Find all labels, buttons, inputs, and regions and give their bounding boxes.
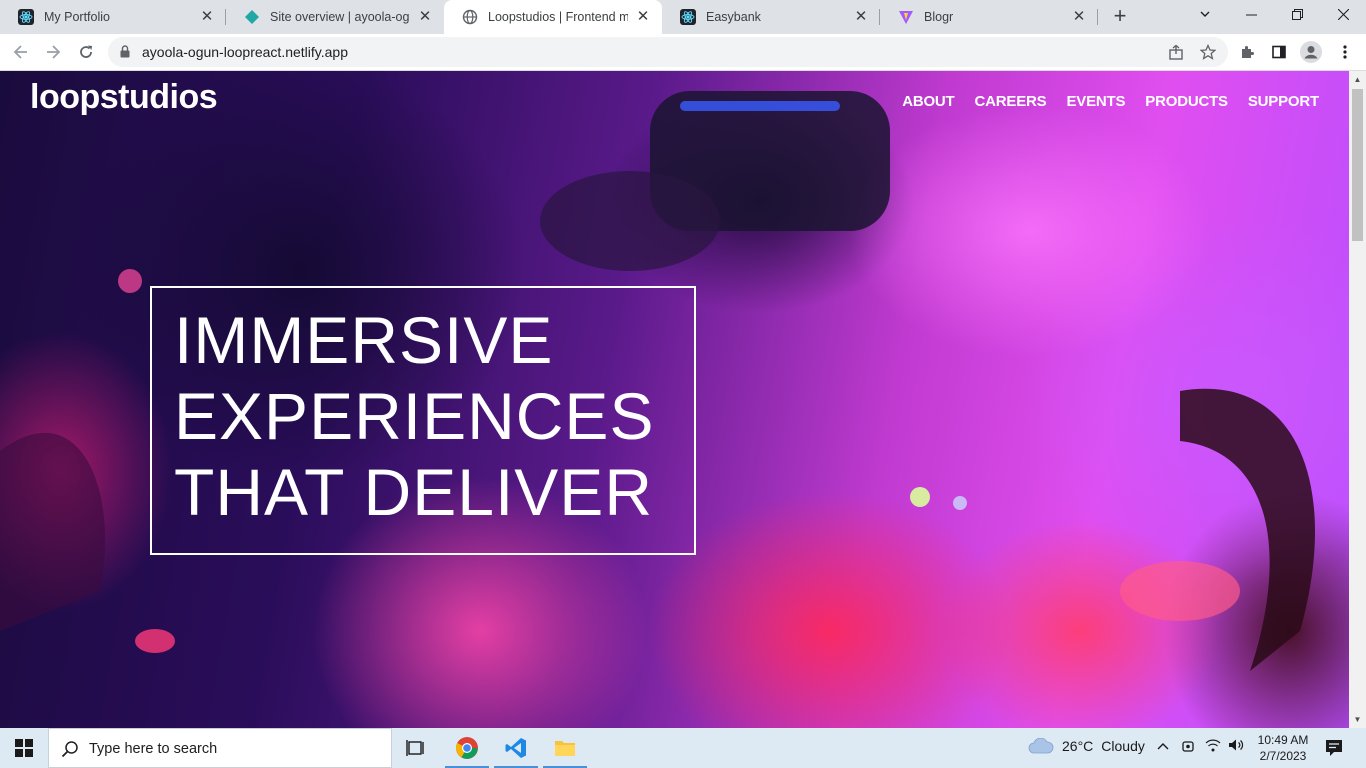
notifications-icon[interactable]: [1325, 739, 1343, 760]
bookmark-star-icon[interactable]: [1196, 40, 1220, 64]
tab-my-portfolio[interactable]: My Portfolio ✕: [0, 0, 226, 34]
page-scrollbar[interactable]: ▲ ▼: [1349, 71, 1366, 728]
hero-headline-line: THAT DELIVER: [174, 455, 653, 529]
browser-toolbar: ayoola-ogun-loopreact.netlify.app: [0, 34, 1366, 71]
folder-icon: [555, 741, 575, 756]
windows-taskbar: Type here to search 26°C Cloudy 10:49 AM…: [0, 728, 1366, 768]
react-icon: [680, 9, 696, 25]
nav-link-support[interactable]: SUPPORT: [1248, 93, 1319, 110]
tab-loopstudios[interactable]: Loopstudios | Frontend ment ✕: [444, 0, 662, 34]
tab-site-overview[interactable]: Site overview | ayoola-ogun-l ✕: [226, 0, 444, 34]
scrollbar-thumb[interactable]: [1352, 89, 1363, 241]
more-menu-icon[interactable]: [1333, 40, 1357, 64]
scroll-down-arrow-icon[interactable]: ▼: [1349, 711, 1366, 728]
search-placeholder: Type here to search: [89, 741, 218, 757]
address-bar[interactable]: ayoola-ogun-loopreact.netlify.app: [108, 37, 1228, 67]
reload-button[interactable]: [74, 40, 98, 64]
cloud-icon: [1028, 738, 1054, 754]
hero-headline-box: IMMERSIVE EXPERIENCES THAT DELIVER: [150, 286, 696, 555]
tab-title: Site overview | ayoola-ogun-l: [270, 10, 410, 24]
taskbar-app-chrome[interactable]: [443, 728, 491, 768]
share-icon[interactable]: [1164, 40, 1188, 64]
weather-temp: 26°C: [1062, 738, 1094, 754]
wifi-icon[interactable]: [1205, 738, 1221, 755]
volume-icon[interactable]: [1228, 738, 1246, 755]
close-window-button[interactable]: [1320, 0, 1366, 30]
start-button[interactable]: [0, 728, 48, 768]
hero-section: loopstudios ABOUT CAREERS EVENTS PRODUCT…: [0, 71, 1349, 728]
tab-close-icon[interactable]: ✕: [1070, 8, 1088, 26]
tab-close-icon[interactable]: ✕: [634, 8, 652, 26]
main-nav: ABOUT CAREERS EVENTS PRODUCTS SUPPORT: [902, 93, 1319, 110]
taskbar-search-box[interactable]: Type here to search: [48, 728, 392, 768]
clock-date: 2/7/2023: [1259, 749, 1307, 763]
nav-link-careers[interactable]: CAREERS: [975, 93, 1047, 110]
url-text[interactable]: ayoola-ogun-loopreact.netlify.app: [142, 44, 348, 60]
hero-headline-line: IMMERSIVE: [174, 303, 554, 377]
task-view-button[interactable]: [392, 728, 440, 768]
tab-title: Easybank: [706, 10, 761, 24]
vite-icon: [898, 9, 914, 25]
tab-close-icon[interactable]: ✕: [852, 8, 870, 26]
vscode-icon: [505, 738, 526, 758]
search-icon: [61, 740, 79, 763]
taskbar-app-vscode[interactable]: [492, 728, 540, 768]
nav-link-about[interactable]: ABOUT: [902, 93, 955, 110]
tray-overflow-chevron-icon[interactable]: [1157, 739, 1169, 754]
meet-now-icon[interactable]: [1181, 738, 1195, 757]
tab-easybank[interactable]: Easybank ✕: [662, 0, 880, 34]
profile-avatar-icon[interactable]: [1299, 40, 1323, 64]
tab-blogr[interactable]: Blogr ✕: [880, 0, 1098, 34]
extensions-puzzle-icon[interactable]: [1235, 40, 1259, 64]
tab-title: My Portfolio: [44, 10, 110, 24]
browser-tab-strip: My Portfolio ✕ Site overview | ayoola-og…: [0, 0, 1366, 34]
tab-close-icon[interactable]: ✕: [198, 8, 216, 26]
globe-icon: [462, 9, 478, 25]
scroll-up-arrow-icon[interactable]: ▲: [1349, 71, 1366, 88]
back-button[interactable]: [9, 40, 33, 64]
weather-widget[interactable]: 26°C Cloudy: [1028, 738, 1145, 754]
weather-condition: Cloudy: [1101, 738, 1145, 754]
new-tab-button[interactable]: +: [1108, 5, 1132, 29]
side-panel-icon[interactable]: [1267, 40, 1291, 64]
nav-link-events[interactable]: EVENTS: [1066, 93, 1125, 110]
forward-button[interactable]: [41, 40, 65, 64]
netlify-icon: [244, 9, 260, 25]
react-icon: [18, 9, 34, 25]
windows-logo-icon: [15, 739, 33, 757]
task-view-icon: [406, 740, 424, 756]
taskbar-app-file-explorer[interactable]: [541, 728, 589, 768]
system-clock[interactable]: 10:49 AM 2/7/2023: [1250, 732, 1316, 764]
nav-link-products[interactable]: PRODUCTS: [1145, 93, 1228, 110]
site-logo[interactable]: loopstudios: [30, 78, 218, 117]
minimize-button[interactable]: [1228, 0, 1274, 30]
tab-title: Blogr: [924, 10, 954, 24]
tab-title: Loopstudios | Frontend ment: [488, 10, 628, 24]
chrome-icon: [455, 737, 478, 759]
hero-headline-line: EXPERIENCES: [174, 379, 655, 453]
clock-time: 10:49 AM: [1257, 733, 1309, 747]
tab-search-chevron-icon[interactable]: [1182, 0, 1228, 30]
restore-button[interactable]: [1274, 0, 1320, 30]
tab-close-icon[interactable]: ✕: [416, 8, 434, 26]
lock-icon[interactable]: [120, 45, 130, 63]
